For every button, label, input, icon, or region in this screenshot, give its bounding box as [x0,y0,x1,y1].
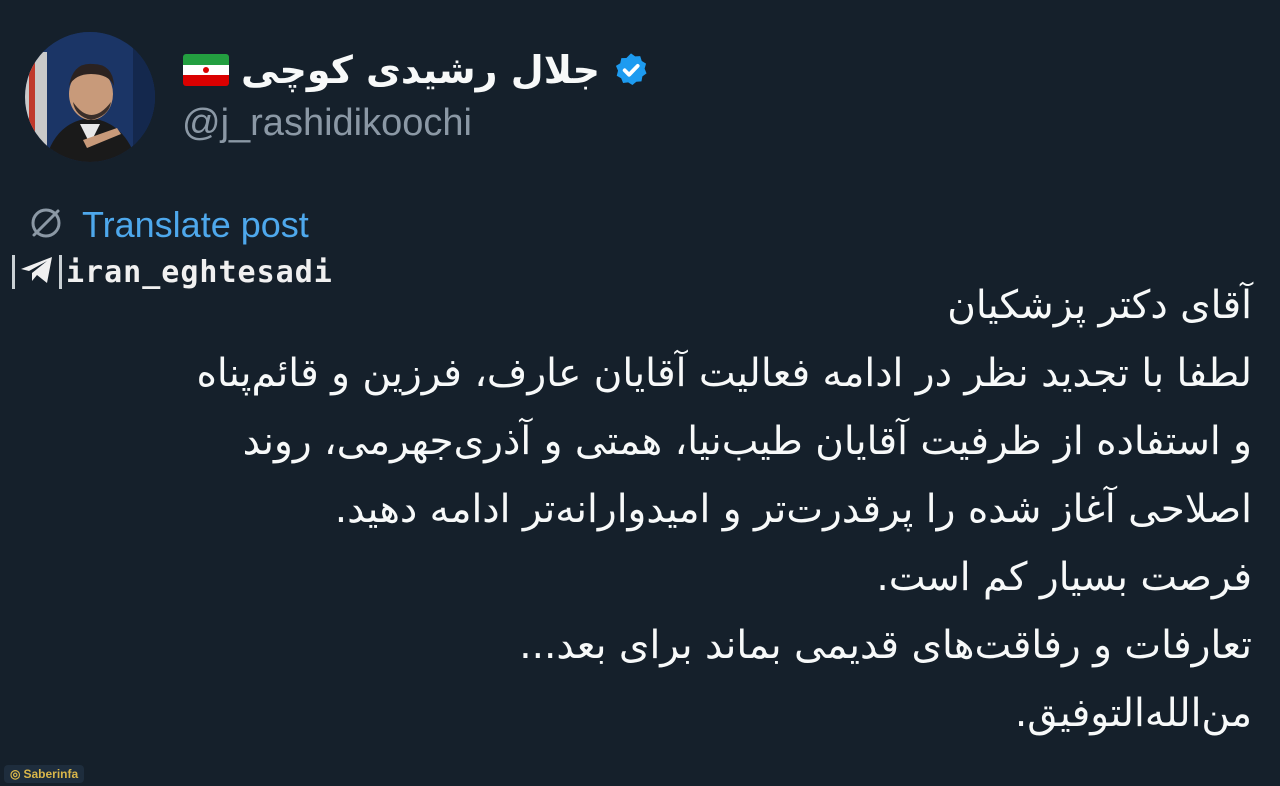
watermark-divider [12,255,15,289]
tweet-line: و استفاده از ظرفیت آقایان طیب‌نیا، همتی … [242,419,1252,464]
translate-post-label: Translate post [82,204,309,245]
tweet-line: اصلاحی آغاز شده را پرقدرت‌تر و امیدواران… [334,487,1252,532]
author-display-name[interactable]: جلال رشیدی کوچی [241,48,600,92]
author-avatar[interactable] [25,32,155,162]
tweet-line: من‌الله‌التوفیق. [1014,691,1252,736]
translate-post-button[interactable]: Translate post [26,203,309,247]
verified-badge-icon [612,51,650,89]
tweet-line: تعارفات و رفاقت‌های قدیمی بماند برای بعد… [519,623,1252,668]
tweet-line: فرصت بسیار کم است. [876,555,1252,600]
author-handle[interactable]: @j_rashidikoochi [182,102,472,145]
globe-translate-icon [26,203,66,247]
tweet-text: آقای دکتر پزشکیان لطفا با تجدید نظر در ا… [22,272,1253,748]
iran-flag-icon [183,54,230,86]
tweet-line: لطفا با تجدید نظر در ادامه فعالیت آقایان… [196,351,1253,396]
tweet-line: آقای دکتر پزشکیان [947,283,1252,328]
corner-watermark: ◎ Saberinfa [4,765,85,783]
avatar-image [25,32,155,162]
corner-watermark-text: Saberinfa [23,767,79,781]
author-name-row: جلال رشیدی کوچی [183,38,650,102]
instagram-icon: ◎ [10,767,21,781]
